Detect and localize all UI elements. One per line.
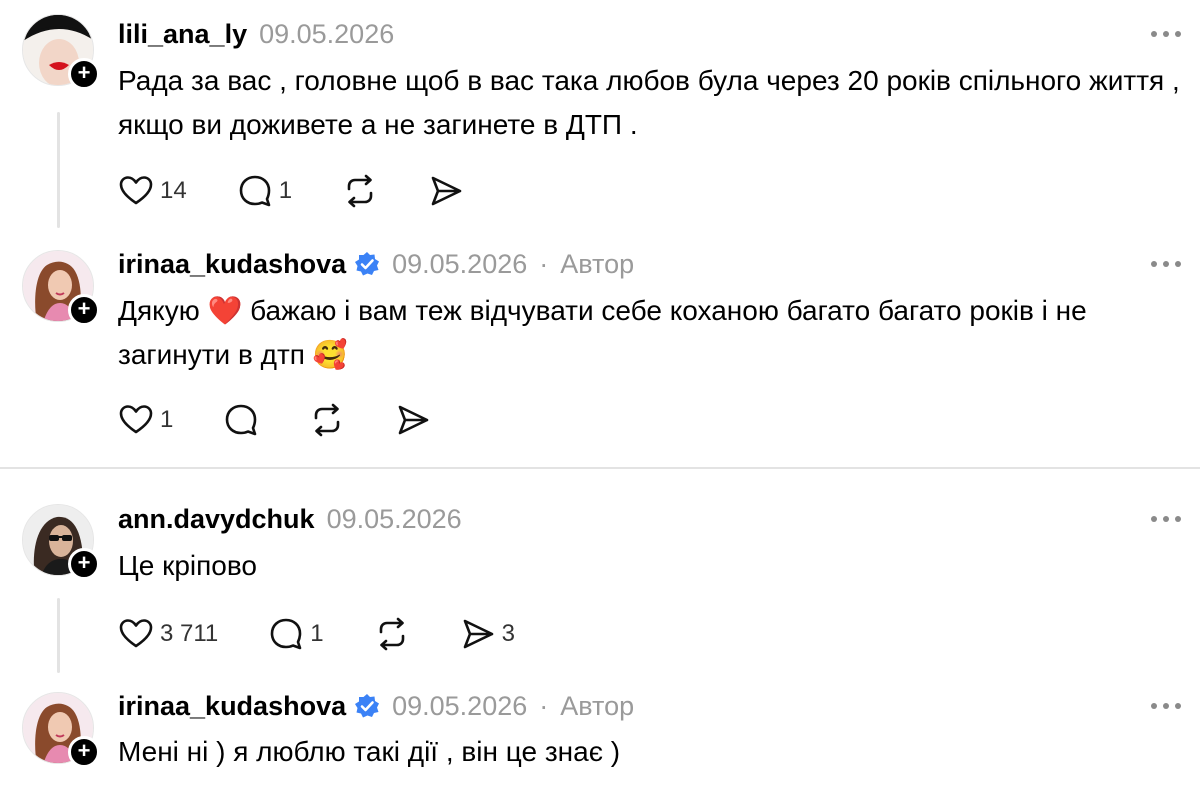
like-button[interactable]: 14: [118, 171, 187, 211]
comment-bubble-icon: [239, 175, 271, 207]
separator-dot: ·: [539, 690, 549, 721]
comment-text: Рада за вас , головне щоб в вас така люб…: [118, 65, 1180, 140]
heart-outline-icon: [119, 619, 153, 648]
like-count: 14: [160, 177, 187, 204]
send-icon: [431, 176, 462, 206]
thread-line: [57, 598, 60, 673]
comment-header: irinaa_kudashova 09.05.2026 · Автор: [118, 247, 634, 281]
repost-button[interactable]: [374, 614, 410, 654]
red-heart-emoji: ❤️: [207, 294, 243, 327]
like-button[interactable]: 3 711: [118, 614, 218, 654]
like-button[interactable]: 1: [118, 400, 173, 440]
reply-button[interactable]: [223, 400, 259, 440]
more-dots-icon[interactable]: [1146, 696, 1186, 716]
reply-count: 1: [278, 177, 293, 204]
repost-button[interactable]: [309, 400, 345, 440]
separator-dot: ·: [539, 248, 549, 279]
action-bar: 3 711 1 3: [118, 614, 565, 654]
follow-plus-icon[interactable]: +: [68, 736, 100, 768]
author-label: Автор: [560, 690, 635, 721]
comment-text: Мені ні ) я люблю такі дії , він це знає…: [118, 736, 621, 767]
text-part: бажаю і вам теж відчувати себе коханою б…: [118, 295, 1087, 370]
avatar[interactable]: +: [22, 14, 100, 90]
more-dots-icon[interactable]: [1146, 24, 1186, 44]
repost-arrows-icon: [347, 174, 373, 208]
send-icon: [463, 619, 493, 649]
thread-line: [57, 112, 60, 228]
author-label: Автор: [560, 248, 635, 279]
timestamp[interactable]: 09.05.2026: [392, 691, 527, 722]
comment-header: irinaa_kudashova 09.05.2026 · Автор: [118, 689, 634, 723]
follow-plus-icon[interactable]: +: [68, 294, 100, 326]
avatar[interactable]: +: [22, 250, 100, 326]
comment-header: ann.davydchuk 09.05.2026: [118, 502, 462, 536]
comment-bubble-icon: [270, 618, 302, 650]
timestamp[interactable]: 09.05.2026: [392, 249, 527, 280]
heart-outline-icon: [119, 405, 153, 434]
share-count: 3: [501, 620, 515, 647]
reply-button[interactable]: 1: [268, 614, 324, 654]
username[interactable]: lili_ana_ly: [118, 19, 247, 50]
comment-text: Це кріпово: [118, 550, 257, 581]
comment-ann-davydchuk: + ann.davydchuk 09.05.2026 Це кріпово 3 …: [0, 490, 1200, 675]
username[interactable]: irinaa_kudashova: [118, 249, 346, 280]
comment-lili-ana-ly: + lili_ana_ly 09.05.2026 Рада за вас , г…: [0, 0, 1200, 230]
comment-bubble-icon: [226, 404, 257, 436]
reply-button[interactable]: 1: [237, 171, 292, 211]
comment-text: Дякую ❤️ бажаю і вам теж відчувати себе …: [118, 289, 1188, 377]
username[interactable]: ann.davydchuk: [118, 504, 315, 535]
avatar[interactable]: +: [22, 692, 100, 768]
like-count: 3 711: [160, 620, 219, 647]
action-bar: 1: [118, 400, 481, 440]
comment-irinaa-kudashova-reply-2: + irinaa_kudashova 09.05.2026 · Автор Ме…: [0, 684, 1200, 785]
text-part: Дякую: [118, 295, 208, 326]
avatar[interactable]: +: [22, 504, 100, 580]
reply-count: 1: [310, 620, 324, 647]
verified-badge-icon: [355, 694, 380, 718]
comment-header: lili_ana_ly 09.05.2026: [118, 17, 394, 51]
verified-badge-icon: [355, 252, 380, 276]
smiling-face-hearts-emoji: 🥰: [312, 338, 348, 371]
share-button[interactable]: 3: [460, 614, 515, 654]
heart-outline-icon: [119, 176, 153, 205]
repost-button[interactable]: [342, 171, 378, 211]
more-dots-icon[interactable]: [1146, 254, 1186, 274]
more-dots-icon[interactable]: [1146, 509, 1186, 529]
share-button[interactable]: [395, 400, 431, 440]
thread-divider: [0, 467, 1200, 469]
timestamp[interactable]: 09.05.2026: [259, 19, 394, 50]
follow-plus-icon[interactable]: +: [68, 548, 100, 580]
action-bar: 14 1: [118, 171, 514, 211]
follow-plus-icon[interactable]: +: [68, 58, 100, 90]
username[interactable]: irinaa_kudashova: [118, 691, 346, 722]
timestamp[interactable]: 09.05.2026: [327, 504, 462, 535]
comment-irinaa-kudashova-reply-1: + irinaa_kudashova 09.05.2026 · Автор Дя…: [0, 240, 1200, 460]
share-button[interactable]: [428, 171, 464, 211]
repost-arrows-icon: [379, 617, 404, 651]
repost-arrows-icon: [315, 403, 340, 437]
like-count: 1: [160, 406, 174, 433]
send-icon: [399, 405, 429, 435]
